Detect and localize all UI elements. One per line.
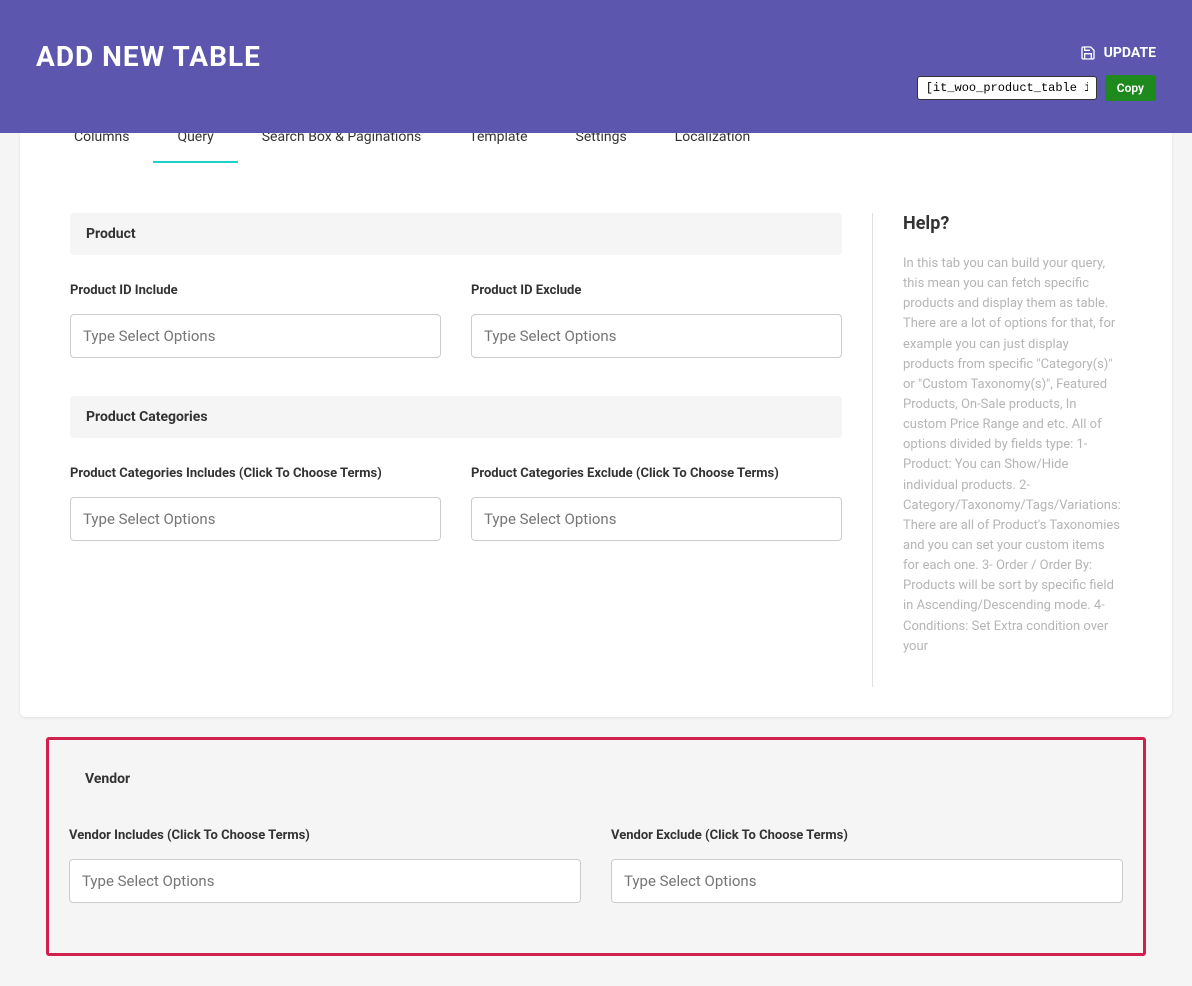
field-row-categories: Product Categories Includes (Click To Ch… [70,466,842,541]
help-title: Help? [903,213,1122,234]
field-product-id-include: Product ID Include [70,283,441,358]
label-vendor-exclude: Vendor Exclude (Click To Choose Terms) [611,828,1123,843]
help-text: In this tab you can build your query, th… [903,254,1122,657]
section-header-categories: Product Categories [70,396,842,438]
field-categories-exclude: Product Categories Exclude (Click To Cho… [471,466,842,541]
header: ADD NEW TABLE UPDATE Copy [0,0,1192,133]
input-product-id-exclude[interactable] [471,314,842,358]
field-categories-include: Product Categories Includes (Click To Ch… [70,466,441,541]
input-categories-include[interactable] [70,497,441,541]
section-header-product: Product [70,213,842,255]
update-button[interactable]: UPDATE [1080,45,1156,61]
field-row-vendor: Vendor Includes (Click To Choose Terms) … [69,828,1123,903]
update-label: UPDATE [1104,45,1156,61]
label-product-id-exclude: Product ID Exclude [471,283,842,298]
main-column: Product Product ID Include Product ID Ex… [70,213,842,579]
shortcode-row: Copy [917,75,1156,101]
input-categories-exclude[interactable] [471,497,842,541]
label-vendor-include: Vendor Includes (Click To Choose Terms) [69,828,581,843]
label-categories-include: Product Categories Includes (Click To Ch… [70,466,441,481]
field-row-product: Product ID Include Product ID Exclude [70,283,842,358]
field-vendor-include: Vendor Includes (Click To Choose Terms) [69,828,581,903]
vendor-highlight-box: Vendor Vendor Includes (Click To Choose … [46,737,1146,956]
label-categories-exclude: Product Categories Exclude (Click To Cho… [471,466,842,481]
input-vendor-exclude[interactable] [611,859,1123,903]
input-vendor-include[interactable] [69,859,581,903]
content: Product Product ID Include Product ID Ex… [20,163,1172,717]
shortcode-input[interactable] [917,76,1097,100]
field-vendor-exclude: Vendor Exclude (Click To Choose Terms) [611,828,1123,903]
header-actions: UPDATE Copy [917,45,1156,101]
main-card: Columns Query Search Box & Paginations T… [20,83,1172,717]
section-header-vendor: Vendor [69,758,1123,800]
field-product-id-exclude: Product ID Exclude [471,283,842,358]
label-product-id-include: Product ID Include [70,283,441,298]
help-column: Help? In this tab you can build your que… [872,213,1122,687]
save-icon [1080,45,1096,61]
copy-button[interactable]: Copy [1105,75,1156,101]
input-product-id-include[interactable] [70,314,441,358]
